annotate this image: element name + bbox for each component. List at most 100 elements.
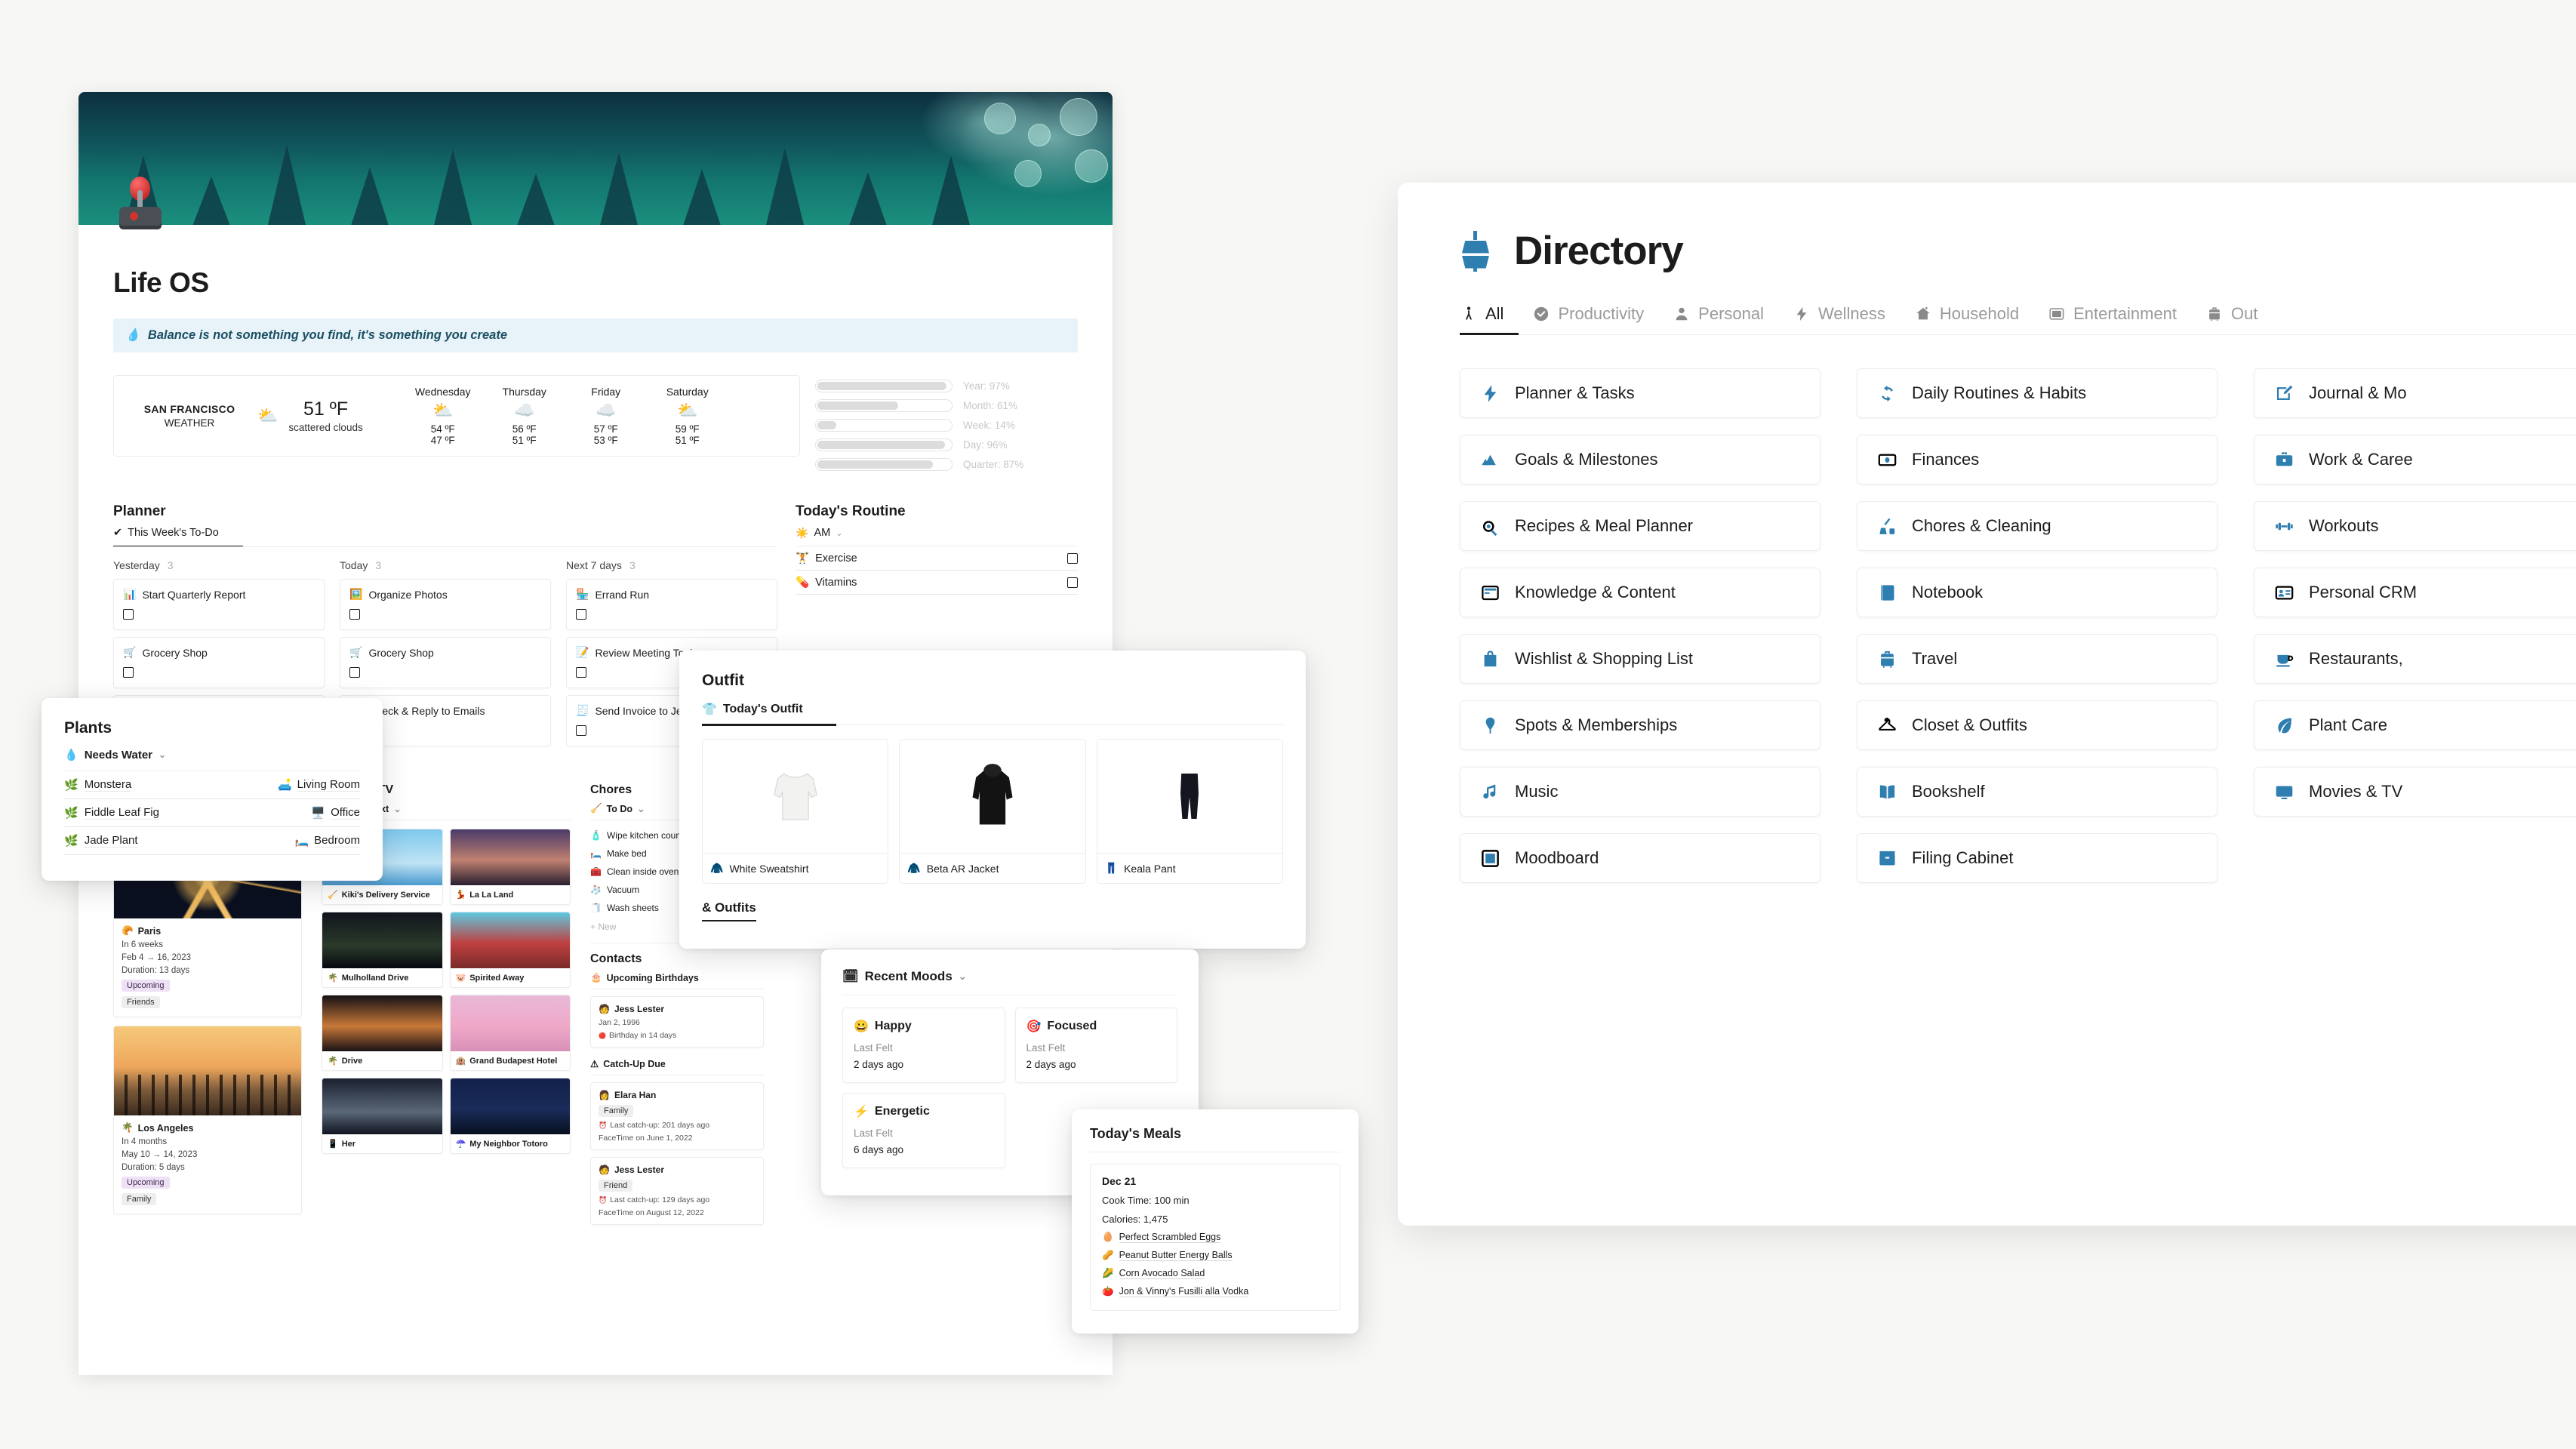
mood-card[interactable]: 🎯 Focused Last Felt 2 days ago [1014, 1008, 1177, 1083]
directory-card-music[interactable]: Music [1460, 767, 1820, 817]
task-card[interactable]: 🛒 Grocery Shop [340, 637, 551, 688]
movie-card[interactable]: 💃 La La Land [449, 829, 571, 905]
mood-card[interactable]: ⚡ Energetic Last Felt 6 days ago [842, 1093, 1005, 1168]
movie-card[interactable]: 🌴 Mulholland Drive [322, 912, 443, 988]
chore-icon: 🛏️ [590, 848, 602, 859]
trip-card[interactable]: 🌴 Los Angeles In 4 months May 10 → 14, 2023… [113, 1026, 302, 1214]
directory-card-knowledge-content[interactable]: Knowledge & Content [1460, 568, 1820, 617]
plant-row[interactable]: 🌿 Jade Plant 🛏️ Bedroom [64, 827, 360, 855]
tab-wellness[interactable]: Wellness [1793, 304, 1885, 334]
meal-item[interactable]: 🥜 Peanut Butter Energy Balls [1102, 1250, 1328, 1261]
task-checkbox[interactable] [576, 609, 586, 620]
moods-view-tab-label: Recent Moods [864, 969, 953, 983]
tab-entertainment[interactable]: Entertainment [2048, 304, 2177, 334]
room-icon: 🛏️ [294, 835, 309, 848]
plant-name-group: 🌿 Monstera [64, 778, 132, 792]
directory-card-finances[interactable]: Finances [1857, 435, 2217, 485]
task-card[interactable]: 📊 Start Quarterly Report [113, 579, 325, 630]
movie-card[interactable]: 🌴 Drive [322, 995, 443, 1071]
movie-card[interactable]: 📱 Her [322, 1078, 443, 1154]
progress-label: Week: 14% [963, 420, 1015, 431]
meal-item[interactable]: 🌽 Corn Avocado Salad [1102, 1268, 1328, 1279]
tab-productivity[interactable]: Productivity [1532, 304, 1644, 334]
movie-caption: 🐷 Spirited Away [451, 968, 571, 987]
weather-day-low: 51 ºF [512, 435, 537, 446]
movie-card[interactable]: ☂️ My Neighbor Totoro [449, 1078, 571, 1154]
directory-card-movies-tv[interactable]: Movies & TV [2254, 767, 2576, 817]
task-checkbox[interactable] [576, 667, 586, 678]
plant-room: Living Room [297, 778, 360, 792]
directory-card-travel[interactable]: Travel [1857, 634, 2217, 684]
closet-outfits-tab[interactable]: & Outfits [702, 900, 756, 921]
outfit-item-card[interactable]: 🧥 White Sweatshirt [702, 739, 889, 884]
mood-label: Focused [1047, 1020, 1097, 1032]
task-checkbox[interactable] [349, 667, 360, 678]
plant-row[interactable]: 🌿 Fiddle Leaf Fig 🖥️ Office [64, 799, 360, 827]
outfit-item-card[interactable]: 👖 Keala Pant [1096, 739, 1283, 884]
outfit-item-card[interactable]: 🧥 Beta AR Jacket [899, 739, 1086, 884]
directory-card-planner-tasks[interactable]: Planner & Tasks [1460, 368, 1820, 418]
directory-card-bookshelf[interactable]: Bookshelf [1857, 767, 2217, 817]
task-checkbox[interactable] [123, 667, 134, 678]
movie-poster [322, 995, 442, 1051]
routine-view-tab[interactable]: ☀️ AM ⌄ [796, 520, 844, 546]
contact-name: 🧑 Jess Lester [599, 1004, 756, 1014]
directory-card-closet-outfits[interactable]: Closet & Outfits [1857, 700, 2217, 750]
catchup-card[interactable]: 🧑 Jess Lester Friend ⏰ Last catch-up: 129 da… [590, 1157, 764, 1225]
task-checkbox[interactable] [123, 609, 134, 620]
movie-title: Her [341, 1139, 356, 1149]
meal-item[interactable]: 🥚 Perfect Scrambled Eggs [1102, 1232, 1328, 1243]
catchup-card[interactable]: 👩 Elara Han Family ⏰ Last catch-up: 201 days… [590, 1082, 764, 1150]
meal-item-name: Jon & Vinny's Fusilli alla Vodka [1119, 1286, 1249, 1297]
planner-view-tab[interactable]: ✔ This Week's To-Do [113, 520, 220, 546]
directory-card-moodboard[interactable]: Moodboard [1460, 833, 1820, 883]
movie-title: My Neighbor Totoro [469, 1139, 548, 1149]
task-card[interactable]: 🛒 Grocery Shop [113, 637, 325, 688]
directory-card-personal-crm[interactable]: Personal CRM [2254, 568, 2576, 617]
directory-card-chores-cleaning[interactable]: Chores & Cleaning [1857, 501, 2217, 551]
routine-name: Exercise [815, 552, 857, 565]
tab-all[interactable]: All [1460, 304, 1503, 334]
task-checkbox[interactable] [349, 609, 360, 620]
directory-card-spots-memberships[interactable]: Spots & Memberships [1460, 700, 1820, 750]
directory-logo-icon [1460, 230, 1494, 272]
weather-day-name: Wednesday [414, 386, 471, 398]
directory-card-label: Chores & Cleaning [1912, 516, 2051, 535]
moods-view-tab[interactable]: 🗓 Recent Moods ⌄ [842, 969, 1177, 995]
directory-card-workouts[interactable]: Workouts [2254, 501, 2576, 551]
directory-card-plant-care[interactable]: Plant Care [2254, 700, 2576, 750]
task-card[interactable]: 🏪 Errand Run [566, 579, 777, 630]
shopping-bag-icon [1479, 648, 1501, 670]
plants-view-tab[interactable]: 💧 Needs Water ⌄ [64, 748, 360, 771]
tab-household[interactable]: Household [1914, 304, 2019, 334]
directory-card-notebook[interactable]: Notebook [1857, 568, 2217, 617]
routine-checkbox[interactable] [1067, 552, 1078, 564]
meal-item[interactable]: 🍅 Jon & Vinny's Fusilli alla Vodka [1102, 1286, 1328, 1297]
birthdays-view-tab[interactable]: 🎂 Upcoming Birthdays [590, 972, 764, 989]
catchup-view-tab[interactable]: ⚠ Catch-Up Due [590, 1058, 764, 1075]
directory-card-label: Travel [1912, 649, 1958, 668]
birthday-card[interactable]: 🧑 Jess Lester Jan 2, 1996 🔴 Birthday in 14 d… [590, 996, 764, 1048]
directory-card-wishlist-shopping-list[interactable]: Wishlist & Shopping List [1460, 634, 1820, 684]
meal-entry[interactable]: Dec 21 Cook Time: 100 min Calories: 1,47… [1090, 1164, 1340, 1311]
suitcase-icon [1876, 648, 1898, 670]
outfit-view-tab[interactable]: 👕 Today's Outfit [702, 702, 803, 724]
movie-card[interactable]: 🐷 Spirited Away [449, 912, 571, 988]
task-card[interactable]: 🖼️ Organize Photos [340, 579, 551, 630]
directory-card-recipes-meal-planner[interactable]: Recipes & Meal Planner [1460, 501, 1820, 551]
directory-card-goals-milestones[interactable]: Goals & Milestones [1460, 435, 1820, 485]
mood-card[interactable]: 😀 Happy Last Felt 2 days ago [842, 1008, 1005, 1083]
task-checkbox[interactable] [576, 725, 586, 736]
directory-card-work-caree[interactable]: Work & Caree [2254, 435, 2576, 485]
directory-card-restaurants[interactable]: Restaurants, [2254, 634, 2576, 684]
directory-card-filing-cabinet[interactable]: Filing Cabinet [1857, 833, 2217, 883]
mood-name: 🎯 Focused [1026, 1019, 1167, 1034]
routine-checkbox[interactable] [1067, 577, 1078, 588]
tab-personal[interactable]: Personal [1673, 304, 1764, 334]
tab-out[interactable]: Out [2205, 304, 2258, 334]
directory-card-journal-mo[interactable]: Journal & Mo [2254, 368, 2576, 418]
plant-row[interactable]: 🌿 Monstera 🛋️ Living Room [64, 771, 360, 799]
movie-card[interactable]: 🏨 Grand Budapest Hotel [449, 995, 571, 1071]
directory-card-daily-routines-habits[interactable]: Daily Routines & Habits [1857, 368, 2217, 418]
trip-status-badge: Upcoming [122, 1177, 170, 1189]
